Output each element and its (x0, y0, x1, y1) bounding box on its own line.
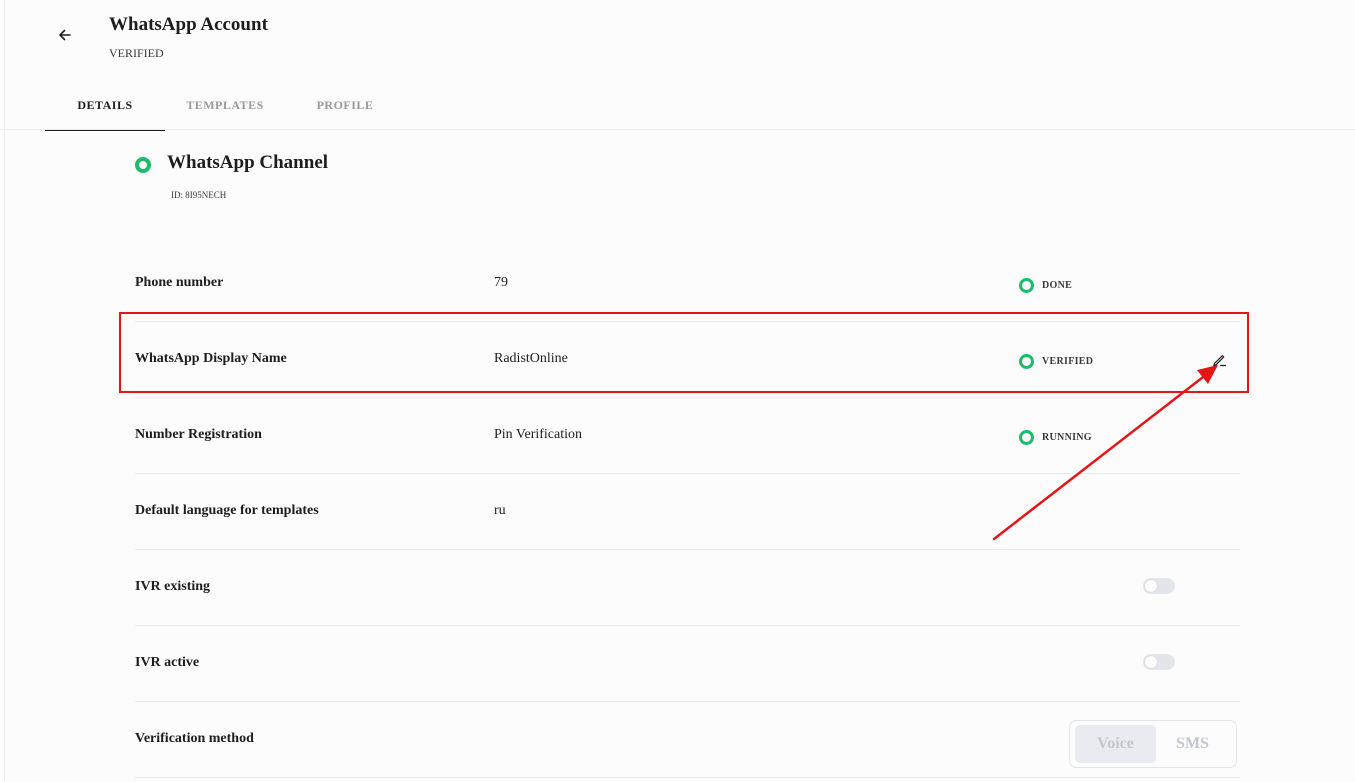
language-value: ru (494, 503, 506, 518)
status-dot-icon (1019, 353, 1034, 369)
row-display-name: WhatsApp Display Name RadistOnline VERIF… (135, 321, 1240, 398)
page-title: WhatsApp Account (109, 14, 268, 35)
channel-id: ID: 8I95NECH (171, 190, 227, 200)
tab-templates[interactable]: TEMPLATES (165, 98, 285, 129)
toggle-knob (1145, 580, 1157, 592)
status-text: VERIFIED (1042, 355, 1094, 367)
row-label: WhatsApp Display Name (135, 351, 287, 366)
channel-status-icon (135, 157, 151, 173)
row-ivr-existing: IVR existing (135, 549, 1240, 626)
row-label: Verification method (135, 731, 254, 746)
row-label: Number Registration (135, 427, 262, 442)
status-badge: RUNNING (1019, 429, 1092, 445)
status-dot-icon (1019, 277, 1034, 293)
ivr-active-toggle[interactable] (1143, 654, 1175, 670)
registration-value: Pin Verification (494, 427, 583, 442)
display-name-value: RadistOnline (494, 351, 568, 366)
sms-option[interactable]: SMS (1152, 725, 1233, 763)
row-label: IVR existing (135, 579, 211, 594)
page-border (4, 0, 5, 782)
channel-title: WhatsApp Channel (167, 152, 329, 173)
voice-option[interactable]: Voice (1075, 725, 1156, 763)
toggle-knob (1145, 656, 1157, 668)
row-label: Phone number (135, 275, 224, 290)
account-status: VERIFIED (109, 46, 164, 60)
row-label: IVR active (135, 655, 200, 670)
row-default-language: Default language for templates ru (135, 473, 1240, 550)
tab-details[interactable]: DETAILS (45, 98, 165, 131)
row-phone-number: Phone number 79 DONE (135, 245, 1240, 322)
phone-number-value: 79 (494, 275, 508, 290)
tabs-divider (0, 129, 1355, 130)
row-number-registration: Number Registration Pin Verification RUN… (135, 397, 1240, 474)
status-text: DONE (1042, 279, 1073, 291)
status-badge: VERIFIED (1019, 353, 1094, 369)
ivr-existing-toggle[interactable] (1143, 578, 1175, 594)
edit-display-name-button[interactable] (1210, 351, 1228, 369)
status-dot-icon (1019, 429, 1034, 445)
verification-method-selector: Voice SMS (1069, 720, 1237, 768)
pencil-icon (1213, 355, 1227, 367)
back-button[interactable] (52, 22, 78, 48)
status-badge: DONE (1019, 277, 1073, 293)
row-ivr-active: IVR active (135, 625, 1240, 702)
row-label: Default language for templates (135, 503, 319, 518)
row-verification-method: Verification method Voice SMS (135, 701, 1240, 778)
status-text: RUNNING (1042, 431, 1092, 443)
arrow-left-icon (59, 29, 71, 41)
tab-profile[interactable]: PROFILE (285, 98, 405, 129)
